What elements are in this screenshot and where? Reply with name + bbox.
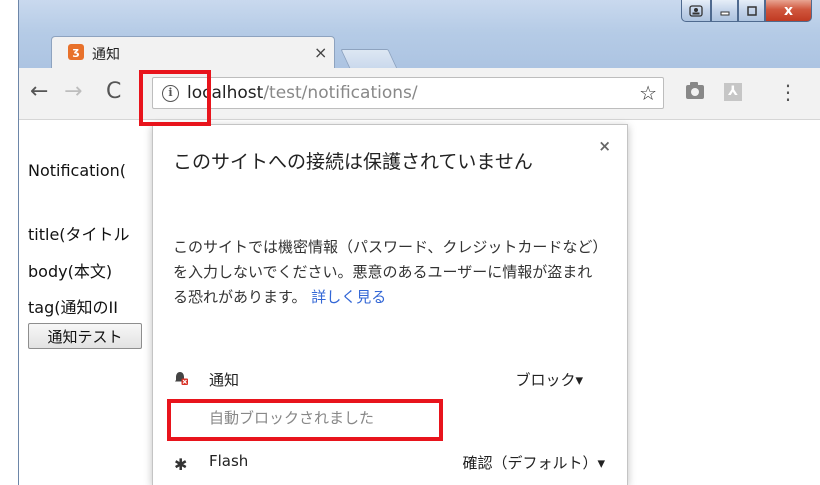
window-controls: x [681,0,812,22]
browser-window: x ʒ 通知 × ← → C i localhost/test/notifica… [0,0,820,485]
menu-dots-icon[interactable]: ⋮ [778,80,798,104]
tab-close-icon[interactable]: × [314,43,327,62]
permission-notifications-label: 通知 [209,371,240,389]
reload-icon[interactable]: C [106,80,121,104]
back-arrow-icon[interactable]: ← [30,80,48,104]
camera-icon[interactable] [686,82,704,99]
popup-description: このサイトでは機密情報（パスワード、クレジットカードなど）を入力しないでください… [173,235,603,310]
page-text-tag: tag(通知のII [28,298,118,317]
tab-notifications[interactable]: ʒ 通知 × [51,36,335,68]
popup-heading: このサイトへの接続は保護されていません [173,151,533,173]
minimize-button[interactable] [711,0,738,22]
forward-arrow-icon[interactable]: → [64,80,82,104]
close-icon: x [783,2,794,19]
learn-more-link[interactable]: 詳しく見る [311,288,386,306]
url-path: /test/notifications/ [263,83,418,103]
puzzle-icon: ✱ [174,455,188,474]
url-text[interactable]: localhost/test/notifications/ [187,83,418,103]
star-icon[interactable]: ☆ [639,81,657,105]
maximize-button[interactable] [738,0,765,22]
popup-description-text: このサイトでは機密情報（パスワード、クレジットカードなど）を入力しないでください… [173,238,600,306]
popup-close-icon[interactable]: × [598,137,611,155]
minimize-icon [720,11,729,15]
window-close-button[interactable]: x [765,0,812,22]
address-bar[interactable]: i localhost/test/notifications/ ☆ [152,77,664,109]
new-tab-button[interactable] [340,49,398,69]
user-icon [689,4,703,17]
maximize-icon [746,5,757,16]
window-left-border [18,0,19,485]
page-text-body: body(本文) [28,262,113,281]
highlight-info-icon [139,70,211,126]
page-text-notification: Notification( [28,161,127,180]
profile-button[interactable] [681,0,711,22]
tab-title: 通知 [92,47,120,63]
permission-flash-select[interactable]: 確認（デフォルト）▾ [462,452,605,473]
highlight-auto-blocked [167,399,443,441]
pdf-extension-icon[interactable]: ⅄ [724,83,742,101]
permission-notifications-select[interactable]: ブロック▾ [515,369,583,390]
notify-test-button[interactable]: 通知テスト [28,323,142,349]
xampp-icon: ʒ [68,44,84,60]
page-text-title: title(タイトル [28,225,130,244]
bell-blocked-icon [175,372,188,385]
permission-flash-label: Flash [209,452,249,470]
